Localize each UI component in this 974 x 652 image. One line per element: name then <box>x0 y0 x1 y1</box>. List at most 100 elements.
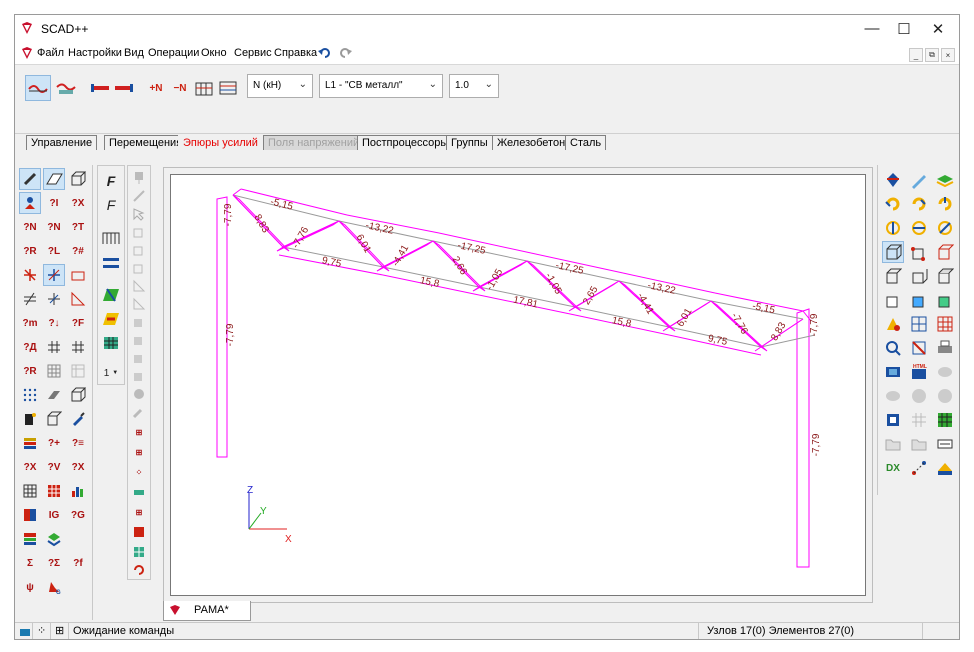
italic-f-icon[interactable]: F <box>100 170 122 192</box>
rtf-icon[interactable] <box>934 433 956 455</box>
view-box-green-icon[interactable] <box>934 289 956 311</box>
scale-select[interactable]: 1.0 ⌄ <box>449 74 499 98</box>
menu-operations[interactable]: Операции <box>148 47 199 59</box>
rotate-y-icon[interactable] <box>908 193 930 215</box>
zoom-icon[interactable] <box>882 337 904 359</box>
grid-plus-icon[interactable] <box>43 336 65 358</box>
maximize-button[interactable]: ☐ <box>887 15 921 42</box>
shear-force-icon[interactable]: ?T <box>67 216 89 238</box>
screenshot-icon[interactable] <box>882 361 904 383</box>
frame-icon[interactable] <box>100 226 122 248</box>
eraser-icon[interactable] <box>43 168 65 190</box>
sum-nodes-icon[interactable]: ?Σ <box>43 552 65 574</box>
select-frame-icon[interactable] <box>882 409 904 431</box>
projection-icon[interactable] <box>882 169 904 191</box>
grid-red-icon[interactable] <box>43 480 65 502</box>
beam-f-icon[interactable]: ?F <box>67 312 89 334</box>
bar-color2-button[interactable] <box>111 75 137 101</box>
menu-settings[interactable]: Настройки <box>68 47 122 59</box>
menu-window[interactable]: Окно <box>201 47 227 59</box>
mdi-close-button[interactable]: × <box>941 48 955 62</box>
beam-section-icon[interactable] <box>100 252 122 274</box>
normal-force-icon[interactable]: ?N <box>19 216 41 238</box>
cross-icon[interactable] <box>19 264 41 286</box>
beam-stack-icon[interactable]: ?≡ <box>67 432 89 454</box>
mdi-minimize-button[interactable]: _ <box>909 48 923 62</box>
frame-values-button[interactable] <box>191 75 217 101</box>
rotate-view-2-icon[interactable] <box>908 217 930 239</box>
sum-f-icon[interactable]: ?f <box>67 552 89 574</box>
status-model-icon[interactable] <box>15 623 33 639</box>
view-outline-icon[interactable] <box>934 241 956 263</box>
beam-icon[interactable]: ?m <box>19 312 41 334</box>
tab-reinforced-concrete[interactable]: Железобетон <box>492 135 571 150</box>
no-zoom-icon[interactable] <box>908 337 930 359</box>
axis-icon[interactable] <box>43 288 65 310</box>
rotate-view-3-icon[interactable] <box>934 217 956 239</box>
mesh-icon[interactable] <box>934 313 956 335</box>
cube-outline-icon[interactable] <box>43 408 65 430</box>
pencil-icon[interactable] <box>19 168 41 190</box>
undo-icon[interactable] <box>318 46 332 60</box>
hinge-icon[interactable] <box>67 264 89 286</box>
connect-icon[interactable] <box>908 457 930 479</box>
view-top-icon[interactable] <box>934 265 956 287</box>
layers-stack-icon[interactable] <box>43 528 65 550</box>
rotate-z-icon[interactable] <box>934 193 956 215</box>
palette-icon[interactable] <box>934 361 956 383</box>
psi-icon[interactable]: ψ <box>19 576 41 598</box>
app-menu-icon[interactable] <box>20 46 34 60</box>
mdi-restore-button[interactable]: ⧉ <box>925 48 939 62</box>
tab-postprocessors[interactable]: Постпроцессоры <box>357 135 454 150</box>
color-table-small-icon[interactable] <box>131 524 147 540</box>
status-grid-icon[interactable]: ⊞ <box>51 623 69 639</box>
grid-plus2-icon[interactable] <box>67 336 89 358</box>
tab-force-diagrams[interactable]: Эпюры усилий <box>178 135 263 150</box>
rotate-x-icon[interactable] <box>882 193 904 215</box>
triangle-icon[interactable] <box>67 288 89 310</box>
moment-i-icon[interactable]: ?I <box>43 192 65 214</box>
node-cross-icon[interactable] <box>43 264 65 286</box>
dxf-export-icon[interactable]: DX <box>882 457 904 479</box>
color-table-icon[interactable] <box>19 528 41 550</box>
force-unit-select[interactable]: N (кН) ⌄ <box>247 74 313 98</box>
plate-icon[interactable] <box>43 384 65 406</box>
sum-icon[interactable]: Σ <box>19 552 41 574</box>
menu-service[interactable]: Сервис <box>234 47 272 59</box>
grid-select-icon[interactable] <box>19 480 41 502</box>
undo-small-icon[interactable] <box>131 562 147 578</box>
node-support-icon[interactable] <box>19 192 41 214</box>
layers-color-icon[interactable] <box>934 169 956 191</box>
close-button[interactable]: ✕ <box>921 15 955 42</box>
brush-icon[interactable] <box>67 408 89 430</box>
tab-groups[interactable]: Группы <box>446 135 493 150</box>
pencil-color-icon[interactable] <box>908 169 930 191</box>
layers-icon[interactable] <box>19 432 41 454</box>
view-3d-icon[interactable] <box>882 241 904 263</box>
grid-small-icon[interactable]: ⊞ <box>131 504 147 520</box>
bar-color-button[interactable] <box>87 75 113 101</box>
view-box-blue-icon[interactable] <box>908 289 930 311</box>
node-numbers-icon[interactable]: ?+ <box>43 432 65 454</box>
bar-chart-icon[interactable] <box>67 480 89 502</box>
status-nodes-icon[interactable]: ⁘ <box>33 623 51 639</box>
load-case-select[interactable]: L1 - "СВ металл" ⌄ <box>319 74 443 98</box>
rigidity-icon[interactable]: ?R <box>19 240 41 262</box>
xl-icon[interactable]: ?X <box>67 456 89 478</box>
tab-management[interactable]: Управление <box>26 135 98 150</box>
mesh-color-icon[interactable] <box>100 332 122 354</box>
xg-icon[interactable]: ?X <box>19 456 41 478</box>
section-g-icon[interactable]: IG <box>43 504 65 526</box>
dynamics-icon[interactable]: ?Д <box>19 336 41 358</box>
html-report-icon[interactable]: HTML <box>908 361 930 383</box>
italic-f-outline-icon[interactable]: F <box>100 194 122 216</box>
grid-green-icon[interactable] <box>934 409 956 431</box>
plate-color-icon[interactable] <box>100 308 122 330</box>
rotate-view-1-icon[interactable] <box>882 217 904 239</box>
view-nodes-icon[interactable] <box>908 241 930 263</box>
not-equal-icon[interactable] <box>19 288 41 310</box>
print-icon[interactable] <box>934 337 956 359</box>
menu-file[interactable]: Файл <box>37 47 64 59</box>
normal-force-j-icon[interactable]: ?N <box>43 216 65 238</box>
box-icon[interactable] <box>67 384 89 406</box>
